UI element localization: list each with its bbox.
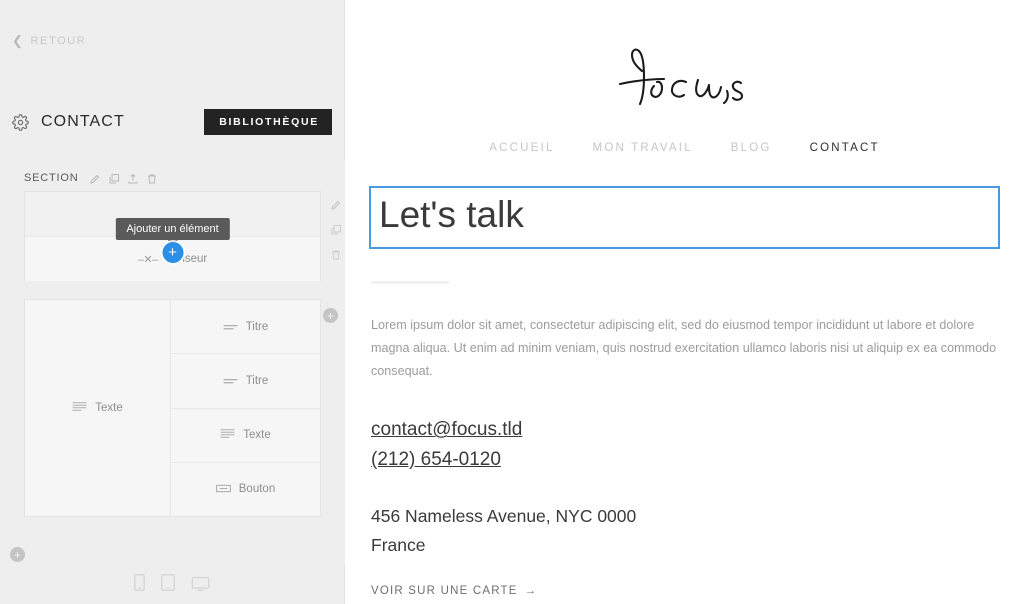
tablet-icon[interactable] [161,574,175,596]
section-toolbar: SECTION [0,160,345,191]
add-section-right-button[interactable]: + [323,308,338,323]
element-label: Bouton [238,483,276,496]
map-link[interactable]: VOIR SUR UNE CARTE → [371,585,537,597]
delete-icon[interactable] [146,172,158,184]
button-icon [215,480,231,498]
nav-item-mon-travail[interactable]: MON TRAVAIL [593,142,693,154]
duplicate-icon[interactable] [330,223,342,235]
heading-icon [223,372,238,390]
element-label: Texte [95,402,123,414]
page-headline[interactable]: Let's talk [379,194,990,237]
edit-icon[interactable] [330,198,342,210]
section-block-layout[interactable]: Texte Titre Titre Texte Bouton [24,299,321,517]
element-texte[interactable]: Texte [171,409,320,463]
site-logo[interactable] [345,0,1024,114]
site-nav: ACCUEIL MON TRAVAIL BLOG CONTACT [345,142,1024,154]
element-label: Texte [243,429,271,442]
page-title: CONTACT [41,113,125,130]
back-button[interactable]: ❮ RETOUR [12,34,86,47]
nav-item-contact[interactable]: CONTACT [810,142,880,154]
heading-icon [223,318,238,336]
address-line-1: 456 Nameless Avenue, NYC 0000 [371,506,637,527]
address-block: 456 Nameless Avenue, NYC 0000 France [371,502,1024,559]
desktop-icon[interactable] [191,576,210,596]
device-preview-bar [0,574,344,596]
element-label: Titre [245,374,269,387]
site-preview: ACCUEIL MON TRAVAIL BLOG CONTACT Let's t… [345,0,1024,604]
body-paragraph[interactable]: Lorem ipsum dolor sit amet, consectetur … [371,314,998,384]
arrow-right-icon: → [524,585,538,597]
phone-link[interactable]: (212) 654-0120 [371,445,1024,474]
export-icon[interactable] [127,172,139,184]
focus-logo-icon [618,48,743,106]
delete-icon[interactable] [330,248,342,260]
block-side-toolbar [330,198,342,260]
gear-icon[interactable] [12,113,29,131]
library-button[interactable]: BIBLIOTHÈQUE [204,109,332,135]
map-link-label: VOIR SUR UNE CARTE [371,585,518,597]
element-titre-2[interactable]: Titre [171,354,320,409]
element-bouton[interactable]: Bouton [171,463,320,516]
add-element-button[interactable]: + [162,242,183,263]
section-label: SECTION [24,172,79,184]
element-titre-1[interactable]: Titre [171,300,320,355]
duplicate-icon[interactable] [108,172,120,184]
divider-rule [371,280,449,284]
element-text-large[interactable]: Texte [25,300,171,516]
editor-header: CONTACT BIBLIOTHÈQUE [0,105,344,139]
chevron-left-icon: ❮ [12,33,25,48]
element-label: Titre [245,320,269,333]
nav-item-accueil[interactable]: ACCUEIL [489,142,554,154]
text-icon [72,399,87,417]
add-element-tooltip: Ajouter un élément [115,218,230,245]
layout-column-right: Titre Titre Texte Bouton [171,300,320,516]
text-icon [220,426,235,444]
editor-panel: ❮ RETOUR CONTACT BIBLIOTHÈQUE SECTION –✕… [0,0,345,604]
address-line-2: France [371,534,426,555]
editor-canvas: SECTION –✕– Diviseur Ajouter un élément … [0,160,345,564]
contact-links: contact@focus.tld (212) 654-0120 [371,415,1024,474]
nav-item-blog[interactable]: BLOG [731,142,772,154]
divider-icon: –✕– [137,253,158,266]
edit-icon[interactable] [89,172,101,184]
add-section-button[interactable]: + [10,547,25,562]
email-link[interactable]: contact@focus.tld [371,415,1024,444]
editor-app: ❮ RETOUR CONTACT BIBLIOTHÈQUE SECTION –✕… [0,0,1024,604]
mobile-icon[interactable] [134,574,145,596]
headline-selection-box[interactable]: Let's talk [369,186,1000,249]
back-label: RETOUR [30,34,87,47]
